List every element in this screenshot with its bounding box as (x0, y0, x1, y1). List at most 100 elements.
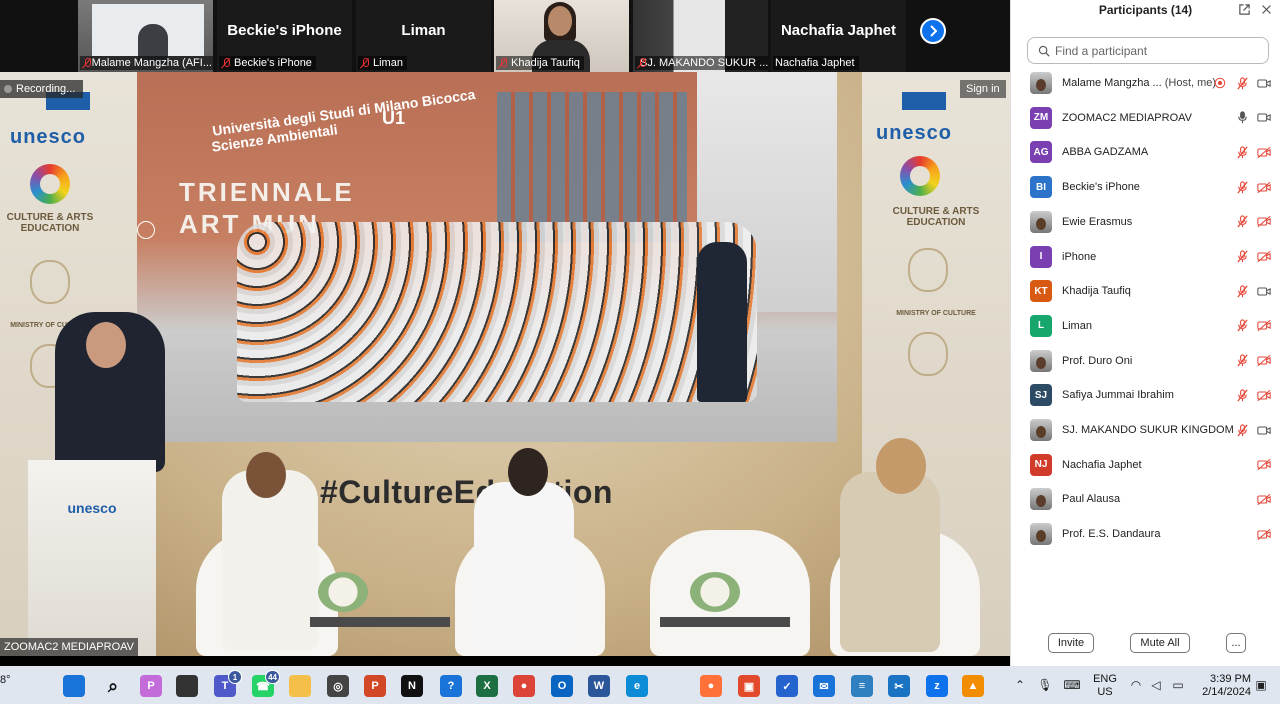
participant-row[interactable]: Paul Alausa (1011, 482, 1280, 516)
netflix-icon[interactable]: N (401, 675, 423, 697)
participant-search[interactable] (1027, 37, 1269, 64)
firefox-icon[interactable]: ● (700, 675, 722, 697)
more-options-button[interactable]: ... (1226, 633, 1246, 653)
video-off-icon[interactable] (1257, 354, 1271, 368)
outlook-icon[interactable]: O (551, 675, 573, 697)
participant-row[interactable]: BI Beckie's iPhone (1011, 170, 1280, 204)
start-icon[interactable] (63, 675, 85, 697)
mic-muted-icon[interactable] (1235, 319, 1249, 333)
participant-name: SJ. MAKANDO SUKUR KINGDOM (1062, 424, 1234, 436)
video-thumbnail-khadija[interactable]: Khadija Taufiq (494, 0, 629, 72)
weather-widget[interactable]: 8° (0, 674, 11, 687)
file-explorer-icon[interactable] (289, 675, 311, 697)
participant-name: Safiya Jummai Ibrahim (1062, 389, 1174, 401)
battery-icon[interactable]: ▭ (1170, 677, 1186, 693)
participant-row[interactable]: Prof. E.S. Dandaura (1011, 517, 1280, 551)
microphone-icon[interactable]: 🎙 (1037, 677, 1053, 693)
keyboard-icon[interactable]: ⌨ (1063, 677, 1080, 693)
mic-muted-icon[interactable] (1235, 284, 1249, 298)
active-speaker-name: ZOOMAC2 MEDIAPROAV (4, 641, 134, 653)
participant-row[interactable]: IiPhone (1011, 240, 1280, 274)
language-code: ENG (1093, 673, 1117, 685)
video-on-icon[interactable] (1257, 284, 1271, 298)
video-off-icon[interactable] (1257, 180, 1271, 194)
camera-app-icon[interactable]: ◎ (327, 675, 349, 697)
mic-muted-icon[interactable] (1235, 76, 1249, 90)
unesco-logo: unesco (10, 126, 87, 148)
video-thumbnail-liman[interactable]: Liman Liman (356, 0, 491, 72)
mute-all-button[interactable]: Mute All (1130, 633, 1190, 653)
edge-icon[interactable]: e (626, 675, 648, 697)
next-page-button[interactable] (920, 18, 946, 44)
participant-row[interactable]: SJ. MAKANDO SUKUR KINGDOM (1011, 413, 1280, 447)
participant-name: Malame Mangzha ... (Host, me) (1062, 77, 1216, 89)
video-off-icon[interactable] (1257, 250, 1271, 264)
mic-muted-icon[interactable] (1235, 250, 1249, 264)
video-off-icon[interactable] (1257, 458, 1271, 472)
video-thumbnail-malame[interactable]: Malame Mangzha (AFI... (78, 0, 213, 72)
participant-row[interactable]: L Liman (1011, 309, 1280, 343)
video-off-icon[interactable] (1257, 492, 1271, 506)
participants-panel: Participants (14) Malame Mangzha ... (Ho… (1010, 0, 1280, 666)
vlc-icon[interactable]: ▲ (962, 675, 984, 697)
video-off-icon[interactable] (1257, 319, 1271, 333)
chrome-icon[interactable]: ● (513, 675, 535, 697)
main-video-stage[interactable]: unesco CULTURE & ARTS EDUCATION MINISTRY… (0, 72, 1010, 656)
video-off-icon[interactable] (1257, 388, 1271, 402)
sign-in-button[interactable]: Sign in (960, 80, 1006, 98)
clock[interactable]: 3:39 PM 2/14/2024 (1195, 673, 1251, 699)
mic-muted-icon[interactable] (1235, 215, 1249, 229)
whatsapp-icon[interactable]: ☎ 44 (252, 670, 280, 697)
participant-row[interactable]: KT Khadija Taufiq (1011, 274, 1280, 308)
video-off-icon[interactable] (1257, 145, 1271, 159)
video-thumbnail-beckie[interactable]: Beckie's iPhone Beckie's iPhone (217, 0, 352, 72)
participant-row[interactable]: NJ Nachafia Japhet (1011, 448, 1280, 482)
powerpoint-icon[interactable]: P (364, 675, 386, 697)
participant-name-text: Safiya Jummai Ibrahim (1062, 389, 1174, 402)
word-icon[interactable]: W (588, 675, 610, 697)
video-off-icon[interactable] (1257, 215, 1271, 229)
chevron-up-icon[interactable]: ⌃ (1012, 677, 1028, 693)
mic-muted-icon[interactable] (1235, 423, 1249, 437)
language-indicator[interactable]: ENG US (1090, 673, 1120, 699)
participant-search-input[interactable] (1055, 43, 1255, 58)
video-thumbnail-nachafia[interactable]: Nachafia Japhet Nachafia Japhet (771, 0, 906, 72)
help-icon[interactable]: ? (440, 675, 462, 697)
recording-indicator[interactable]: Recording... (0, 80, 84, 98)
close-icon[interactable] (1259, 2, 1273, 16)
mic-muted-icon[interactable] (1235, 388, 1249, 402)
excel-icon[interactable]: X (476, 675, 498, 697)
video-off-icon[interactable] (1257, 527, 1271, 541)
participant-row[interactable]: SJ Safiya Jummai Ibrahim (1011, 378, 1280, 412)
video-on-icon[interactable] (1257, 76, 1271, 90)
banner-subtitle: CULTURE & ARTS EDUCATION (892, 206, 980, 228)
mic-muted-icon[interactable] (1235, 354, 1249, 368)
popout-icon[interactable] (1237, 2, 1251, 16)
video-on-icon[interactable] (1257, 111, 1271, 125)
participant-row[interactable]: ZM ZOOMAC2 MEDIAPROAV (1011, 101, 1280, 135)
volume-icon[interactable]: ◁ (1148, 677, 1164, 693)
participant-row[interactable]: Ewie Erasmus (1011, 205, 1280, 239)
snipping-icon[interactable]: ✂ (888, 675, 910, 697)
invite-button[interactable]: Invite (1048, 633, 1094, 653)
notification-icon[interactable]: ▣ (1253, 677, 1269, 693)
teams-icon[interactable]: T1 (214, 670, 242, 697)
copilot-icon[interactable]: P (140, 675, 162, 697)
mic-muted-icon[interactable] (1235, 180, 1249, 194)
video-on-icon[interactable] (1257, 423, 1271, 437)
notepad-icon[interactable]: ≡ (851, 675, 873, 697)
mic-on-icon[interactable] (1235, 111, 1249, 125)
participant-row[interactable]: AG ABBA GADZAMA (1011, 135, 1280, 169)
mail-icon[interactable]: ✉ (813, 675, 835, 697)
video-thumbnail-makando[interactable]: SJ. MAKANDO SUKUR ... (633, 0, 768, 72)
participant-row[interactable]: Prof. Duro Oni (1011, 344, 1280, 378)
participant-row[interactable]: Malame Mangzha ... (Host, me) (1011, 66, 1280, 100)
zoom-icon[interactable]: z (926, 675, 948, 697)
wifi-icon[interactable]: ◠ (1128, 677, 1144, 693)
participant-name-text: Beckie's iPhone (1062, 181, 1140, 194)
mic-muted-icon[interactable] (1235, 145, 1249, 159)
taskview-icon[interactable] (176, 675, 198, 697)
todo-icon[interactable]: ✓ (776, 675, 798, 697)
search-icon[interactable]: ⌕ (102, 675, 124, 697)
shop-icon[interactable]: ▣ (738, 675, 760, 697)
